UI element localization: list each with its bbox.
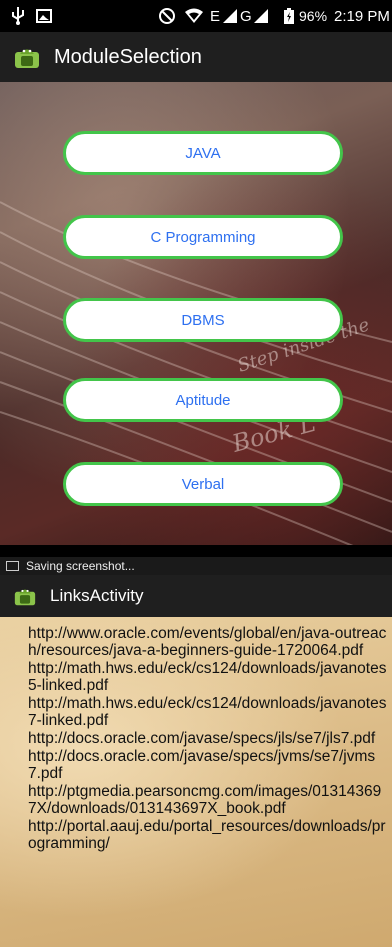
link-item[interactable]: http://www.oracle.com/events/global/en/j…	[28, 625, 388, 659]
image-icon	[36, 6, 52, 26]
android-app-icon	[15, 49, 39, 68]
screenshot-icon	[6, 561, 19, 571]
network-type-label: E	[210, 7, 221, 25]
action-bar-links: LinksActivity	[0, 575, 392, 617]
screenshot-notification: Saving screenshot...	[0, 557, 392, 575]
link-item[interactable]: http://math.hws.edu/eck/cs124/downloads/…	[28, 660, 388, 694]
module-button-aptitude[interactable]: Aptitude	[63, 378, 343, 422]
link-item[interactable]: http://portal.aauj.edu/portal_resources/…	[28, 818, 388, 852]
status-bar: E G 96% 2:19 PM	[0, 0, 392, 32]
module-button-verbal[interactable]: Verbal	[63, 462, 343, 506]
screen: E G 96% 2:19 PM ModuleSelection Step ins…	[0, 0, 392, 947]
do-not-disturb-icon	[158, 6, 176, 26]
link-item[interactable]: http://docs.oracle.com/javase/specs/jvms…	[28, 748, 388, 782]
wifi-icon	[184, 6, 204, 26]
link-item[interactable]: http://math.hws.edu/eck/cs124/downloads/…	[28, 695, 388, 729]
battery-icon	[283, 6, 295, 26]
divider	[0, 545, 392, 557]
battery-percent: 96%	[299, 8, 328, 24]
module-button-java[interactable]: JAVA	[63, 131, 343, 175]
links-background: http://www.oracle.com/events/global/en/j…	[0, 617, 392, 947]
link-item[interactable]: http://ptgmedia.pearsoncmg.com/images/01…	[28, 783, 388, 817]
network-type2-label: G	[240, 7, 252, 25]
signal-icon-2	[253, 6, 269, 26]
signal-icon	[222, 6, 238, 26]
page-title: ModuleSelection	[54, 45, 202, 68]
link-item[interactable]: http://docs.oracle.com/javase/specs/jls/…	[28, 730, 388, 747]
usb-icon	[10, 6, 26, 26]
module-button-dbms[interactable]: DBMS	[63, 298, 343, 342]
module-background: Step inside the Book L JAVA C Programmin…	[0, 82, 392, 545]
clock: 2:19 PM	[334, 7, 390, 25]
notification-text: Saving screenshot...	[26, 559, 135, 573]
action-bar: ModuleSelection	[0, 32, 392, 82]
links-list: http://www.oracle.com/events/global/en/j…	[28, 625, 388, 853]
module-button-c-programming[interactable]: C Programming	[63, 215, 343, 259]
android-app-icon	[14, 589, 36, 606]
page-title-links: LinksActivity	[50, 586, 144, 605]
